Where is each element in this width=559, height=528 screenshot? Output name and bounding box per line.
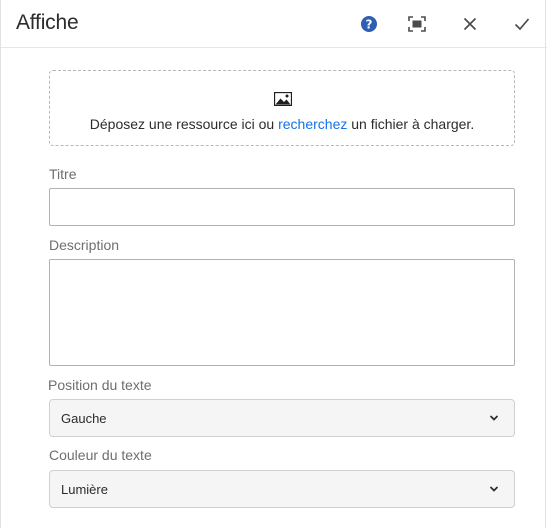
dropzone-text-after: un fichier à charger. (347, 116, 475, 132)
fullscreen-button[interactable] (405, 12, 429, 36)
title-label: Titre (49, 166, 77, 182)
checkmark-icon (514, 18, 530, 31)
description-textarea[interactable] (49, 259, 515, 366)
text-position-label: Position du texte (48, 377, 152, 393)
dialog-title: Affiche (16, 11, 79, 34)
image-icon (274, 92, 292, 106)
text-color-select[interactable]: Lumière (49, 470, 515, 508)
close-icon (463, 17, 477, 31)
text-position-value: Gauche (61, 411, 107, 426)
title-input[interactable] (49, 188, 515, 226)
chevron-down-icon (489, 415, 499, 421)
confirm-button[interactable] (510, 12, 534, 36)
dialog-panel: Affiche ? Déposez une ressource ici ou r… (0, 0, 547, 528)
text-position-select[interactable]: Gauche (49, 399, 515, 437)
help-icon: ? (361, 16, 377, 32)
dialog-header: Affiche ? (1, 0, 547, 48)
browse-link[interactable]: recherchez (278, 116, 347, 132)
dropzone-text: Déposez une ressource ici ou recherchez … (50, 116, 514, 132)
chevron-down-icon (489, 486, 499, 492)
dropzone-text-before: Déposez une ressource ici ou (89, 116, 279, 132)
close-button[interactable] (458, 12, 482, 36)
text-color-value: Lumière (61, 482, 108, 497)
text-color-label: Couleur du texte (49, 447, 152, 463)
svg-text:?: ? (366, 18, 373, 32)
fullscreen-icon (408, 16, 426, 32)
description-label: Description (49, 237, 120, 253)
help-button[interactable]: ? (357, 12, 381, 36)
file-dropzone[interactable]: Déposez une ressource ici ou recherchez … (49, 70, 515, 146)
